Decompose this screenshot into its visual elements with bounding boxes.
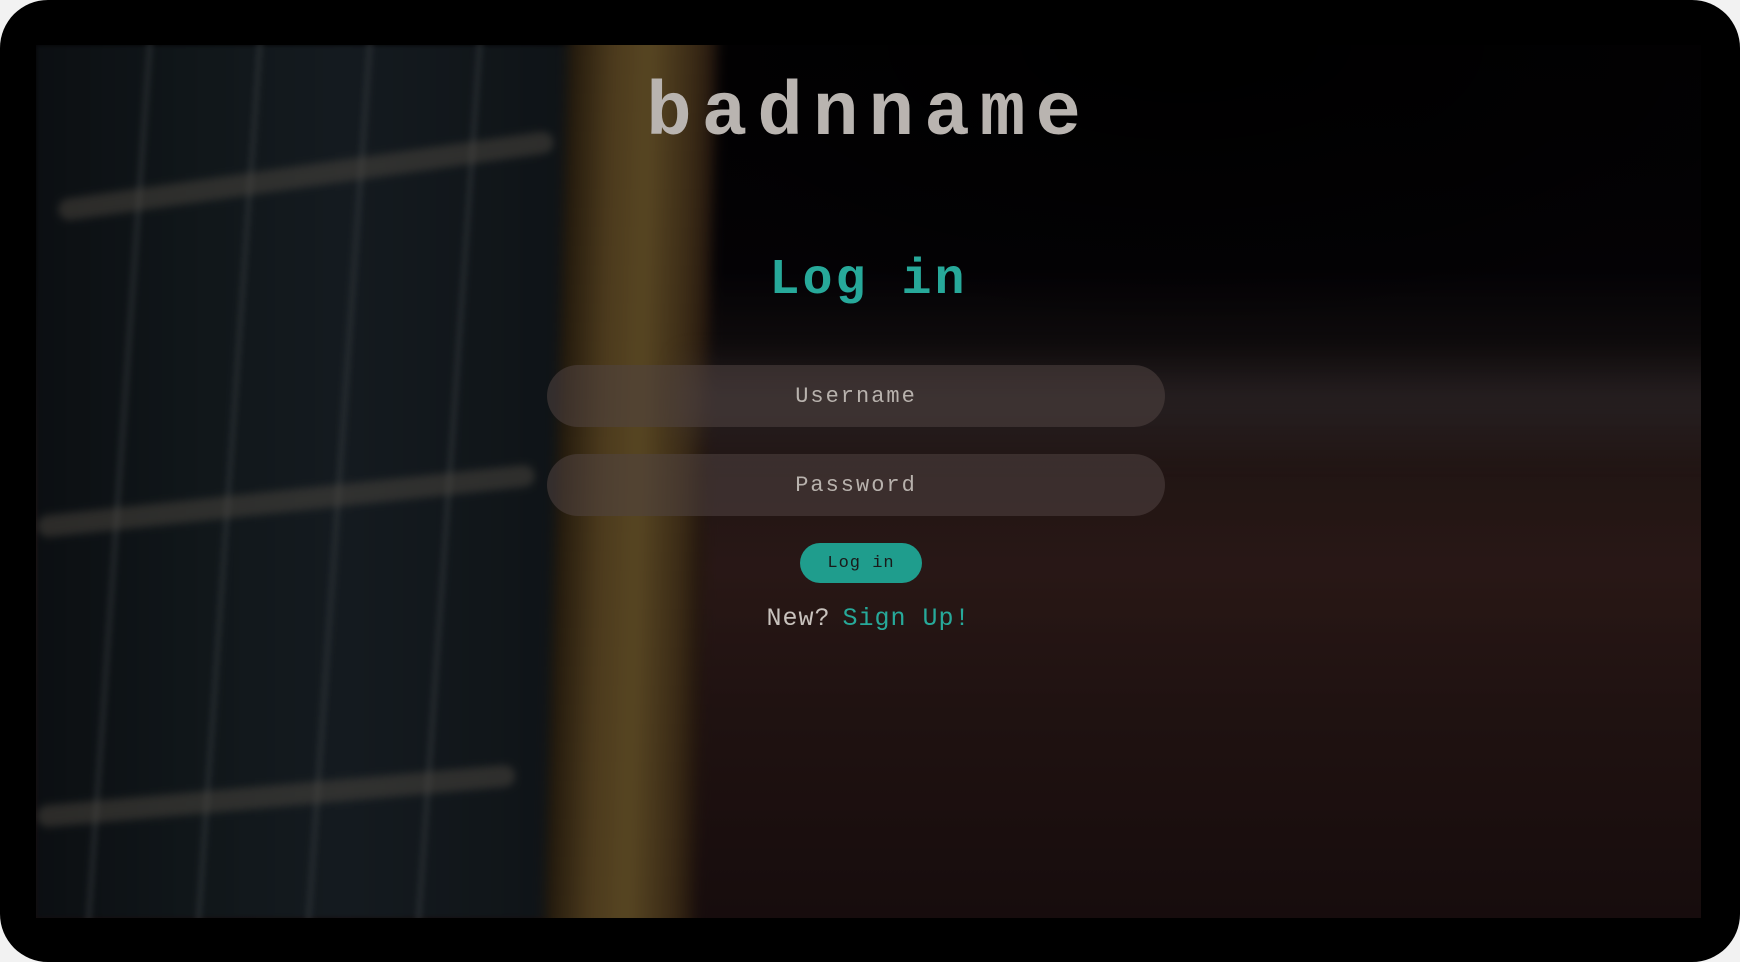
login-button[interactable]: Log in xyxy=(800,543,922,583)
screen: badnname Log in Log in New? Sign Up! xyxy=(36,45,1701,918)
signup-link[interactable]: Sign Up! xyxy=(842,604,970,633)
password-input[interactable] xyxy=(547,454,1165,516)
login-page: badnname Log in Log in New? Sign Up! xyxy=(36,45,1701,918)
username-input[interactable] xyxy=(547,365,1165,427)
signup-prompt-label: New? xyxy=(766,604,831,633)
device-frame: badnname Log in Log in New? Sign Up! xyxy=(0,0,1740,962)
brand-logo[interactable]: badnname xyxy=(36,71,1701,157)
signup-prompt: New? Sign Up! xyxy=(36,604,1701,633)
page-title: Log in xyxy=(769,252,968,309)
